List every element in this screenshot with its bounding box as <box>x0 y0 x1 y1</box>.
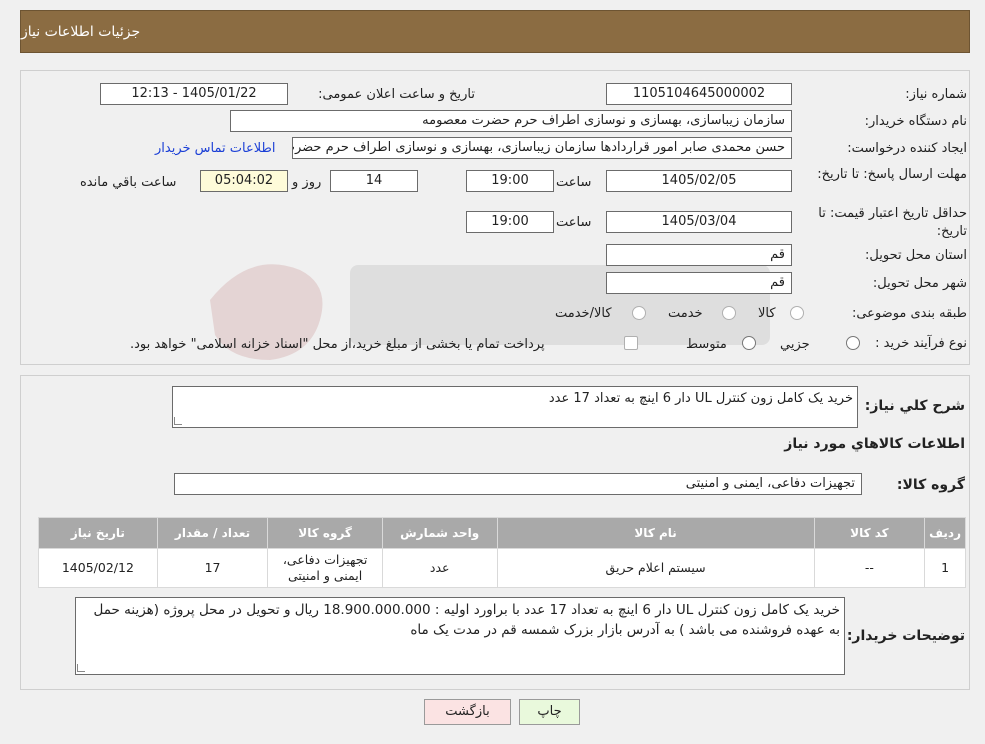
process-treasury-note: پرداخت تمام یا بخشی از مبلغ خرید،از محل … <box>130 337 545 352</box>
buyer-notes-label: توضیحات خریدار: <box>846 628 965 644</box>
need-number-field: 1105104645000002 <box>606 83 792 105</box>
process-radio-partial[interactable] <box>846 336 860 350</box>
days-field: 14 <box>330 170 418 192</box>
cell-date: 1405/02/12 <box>39 549 157 587</box>
buyer-field: سازمان زیباسازی، بهسازی و نوسازی اطراف ح… <box>230 110 792 132</box>
category-radio-goods[interactable] <box>790 306 804 320</box>
buyer-contact-link[interactable]: اطلاعات تماس خریدار <box>155 141 275 156</box>
back-button[interactable]: بازگشت <box>424 699 511 725</box>
table-row: 1 -- سیستم اعلام حریق عدد تجهیزات دفاعی،… <box>39 549 965 587</box>
goods-group-label: گروه کالا: <box>896 477 965 493</box>
category-option-goods-service: کالا/خدمت <box>555 306 612 321</box>
cell-name: سیستم اعلام حریق <box>497 549 814 587</box>
items-table-wrapper: ردیف کد کالا نام کالا واحد شمارش گروه کا… <box>38 517 966 588</box>
category-radio-service[interactable] <box>722 306 736 320</box>
announce-field: 1405/01/22 - 12:13 <box>100 83 288 105</box>
province-field: قم <box>606 244 792 266</box>
page-title: جزئیات اطلاعات نیاز <box>21 23 141 40</box>
goods-group-field: تجهیزات دفاعی، ایمنی و امنیتی <box>174 473 862 495</box>
creator-field: حسن محمدی صابر امور قراردادها سازمان زیب… <box>292 137 792 159</box>
buyer-label: نام دستگاه خریدار: <box>864 114 967 129</box>
summary-textbox[interactable]: خرید یک کامل زون کنترل UL دار 6 اینچ به … <box>172 386 858 428</box>
col-name: نام کالا <box>497 518 814 548</box>
announce-label: تاریخ و ساعت اعلان عمومی: <box>318 87 475 102</box>
process-label: نوع فرآیند خرید : <box>875 336 967 351</box>
city-label: شهر محل تحویل: <box>872 276 967 291</box>
remaining-time-field: 05:04:02 <box>200 170 288 192</box>
process-radio-medium[interactable] <box>742 336 756 350</box>
col-unit: واحد شمارش <box>382 518 497 548</box>
validity-label: حداقل تاریخ اعتبار قیمت: تا تاریخ: <box>818 206 967 239</box>
items-table-header-row: ردیف کد کالا نام کالا واحد شمارش گروه کا… <box>39 518 965 548</box>
process-option-partial: جزیي <box>780 337 810 352</box>
category-label: طبقه بندی موضوعی: <box>851 306 967 321</box>
category-option-service: خدمت <box>668 306 703 321</box>
deadline-time-field: 19:00 <box>466 170 554 192</box>
deadline-time-label: ساعت <box>556 175 592 190</box>
province-label: استان محل تحویل: <box>865 248 967 263</box>
col-qty: تعداد / مقدار <box>157 518 268 548</box>
items-table: ردیف کد کالا نام کالا واحد شمارش گروه کا… <box>38 517 966 588</box>
col-date: تاریخ نیاز <box>39 518 157 548</box>
category-option-goods: کالا <box>758 306 776 321</box>
deadline-label: مهلت ارسال پاسخ: تا تاریخ: <box>817 167 967 182</box>
process-option-medium: متوسط <box>686 337 727 352</box>
print-button[interactable]: چاپ <box>519 699 580 725</box>
cell-qty: 17 <box>157 549 268 587</box>
validity-time-label: ساعت <box>556 215 592 230</box>
buyer-notes-text: خرید یک کامل زون کنترل UL دار 6 اینچ به … <box>93 602 840 638</box>
col-code: کد کالا <box>814 518 925 548</box>
summary-label: شرح کلي نیاز: <box>864 398 965 414</box>
buyer-notes-textbox[interactable]: خرید یک کامل زون کنترل UL دار 6 اینچ به … <box>75 597 845 675</box>
cell-code: -- <box>814 549 925 587</box>
process-checkbox-treasury[interactable] <box>624 336 638 350</box>
days-label: روز و <box>292 175 322 190</box>
page-header: جزئیات اطلاعات نیاز <box>20 10 970 53</box>
creator-label: ایجاد کننده درخواست: <box>847 141 967 156</box>
remaining-label: ساعت باقي مانده <box>80 175 177 190</box>
validity-time-field: 19:00 <box>466 211 554 233</box>
summary-resize-grip[interactable] <box>174 417 182 425</box>
validity-date-field: 1405/03/04 <box>606 211 792 233</box>
need-number-label: شماره نیاز: <box>905 87 967 102</box>
deadline-date-field: 1405/02/05 <box>606 170 792 192</box>
cell-unit: عدد <box>382 549 497 587</box>
col-row: ردیف <box>925 518 965 548</box>
col-group: گروه کالا <box>268 518 382 548</box>
city-field: قم <box>606 272 792 294</box>
buyer-notes-resize-grip[interactable] <box>77 664 85 672</box>
summary-text: خرید یک کامل زون کنترل UL دار 6 اینچ به … <box>548 391 853 406</box>
cell-group: تجهیزات دفاعی، ایمنی و امنیتی <box>268 549 382 587</box>
goods-info-title: اطلاعات کالاهاي مورد نیاز <box>784 436 965 452</box>
category-radio-goods-service[interactable] <box>632 306 646 320</box>
cell-row: 1 <box>925 549 965 587</box>
